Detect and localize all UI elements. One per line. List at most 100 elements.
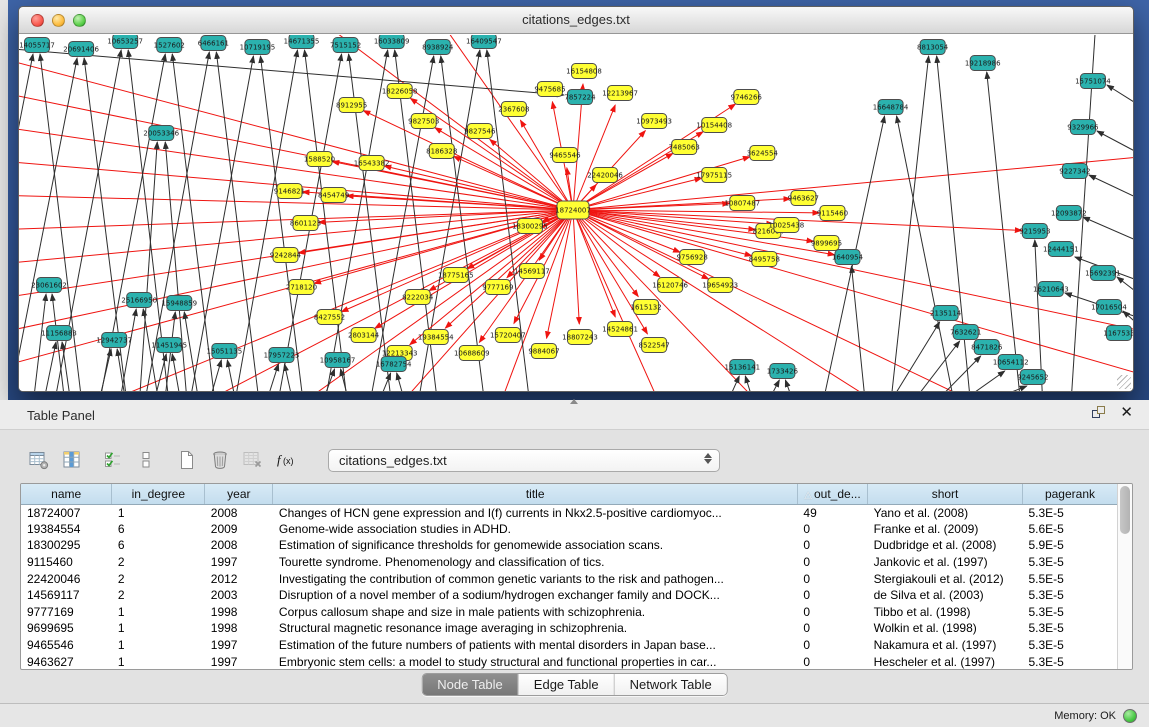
delete-table-icon[interactable] <box>207 448 233 472</box>
node-label: 9746266 <box>731 93 763 101</box>
node-label: 16210643 <box>1033 285 1069 293</box>
tab-node-table[interactable]: Node Table <box>422 674 519 695</box>
function-builder-icon[interactable]: f(x) <box>273 448 299 472</box>
svg-text:(x): (x) <box>283 456 294 466</box>
status-bar: Memory: OK <box>0 703 1149 727</box>
node-label: 8471826 <box>971 343 1003 351</box>
node-label: 3624554 <box>747 149 779 157</box>
table-scrollbar[interactable] <box>1117 484 1132 669</box>
node-label: 1733426 <box>767 367 799 375</box>
node-label: 16543382 <box>354 159 390 167</box>
column-header-title[interactable]: title <box>273 484 798 504</box>
column-header-short[interactable]: short <box>868 484 1023 504</box>
node-label: 12093872 <box>1051 209 1087 217</box>
node-label: 8427552 <box>314 313 345 321</box>
window-resize-grip[interactable] <box>1117 375 1131 389</box>
node-label: 22420046 <box>587 171 623 179</box>
node-label: 18226058 <box>382 87 418 95</box>
table-panel: Table Panel ✕ f(x) citations_edges.txt na… <box>0 400 1149 727</box>
node-label: 15136141 <box>724 363 760 371</box>
tab-edge-table[interactable]: Edge Table <box>519 674 615 695</box>
node-label: 18775165 <box>438 271 474 279</box>
node-label: 19384554 <box>418 333 454 341</box>
node-label: 8522547 <box>639 341 670 349</box>
attribute-table[interactable]: namein_degreeyeartitle△out_de...shortpag… <box>21 484 1118 670</box>
table-row[interactable]: 1830029562008Estimation of significance … <box>21 537 1118 554</box>
table-settings-icon[interactable] <box>26 448 52 472</box>
node-label: 1615132 <box>631 303 662 311</box>
column-header-outde[interactable]: △out_de... <box>797 484 867 504</box>
node-label: 25166950 <box>121 296 157 304</box>
combo-arrows-icon <box>704 453 712 464</box>
network-canvas-area[interactable]: 1872400789129551822605898275031654338281… <box>19 35 1133 391</box>
node-label: 20053346 <box>143 129 179 137</box>
node-label: 9245652 <box>1017 373 1048 381</box>
tab-network-table[interactable]: Network Table <box>615 674 727 695</box>
table-row[interactable]: 1938455462009Genome-wide association stu… <box>21 521 1118 538</box>
column-header-pagerank[interactable]: pagerank <box>1022 484 1117 504</box>
table-row[interactable]: 946362711997Embryonic stem cells: a mode… <box>21 653 1118 670</box>
delete-column-icon[interactable] <box>240 448 266 472</box>
node-label: 19654923 <box>702 281 738 289</box>
table-row[interactable]: 1456911722003Disruption of a novel membe… <box>21 587 1118 604</box>
node-label: 9475685 <box>534 85 565 93</box>
node-label: 15720407 <box>490 331 526 339</box>
rows-icon[interactable] <box>133 448 159 472</box>
table-row[interactable]: 969969511998Structural magnetic resonanc… <box>21 620 1118 637</box>
node-label: 9463627 <box>788 194 819 202</box>
network-desktop: citations_edges.txt 18724007891295518226… <box>8 0 1149 400</box>
table-selector[interactable]: citations_edges.txt <box>328 449 720 472</box>
column-header-name[interactable]: name <box>21 484 112 504</box>
node-label: 9115460 <box>817 209 848 217</box>
node-label: 9146821 <box>274 187 305 195</box>
node-label: 16120746 <box>652 281 688 289</box>
node-label: 17016504 <box>1091 303 1127 311</box>
node-label: 9465546 <box>549 151 581 159</box>
table-row[interactable]: 911546021997Tourette syndrome. Phenomeno… <box>21 554 1118 571</box>
node-label: 12213967 <box>602 89 638 97</box>
node-label: 7857224 <box>564 93 596 101</box>
node-table: namein_degreeyeartitle△out_de...shortpag… <box>20 483 1133 670</box>
column-header-indegree[interactable]: in_degree <box>112 484 205 504</box>
column-header-year[interactable]: year <box>205 484 273 504</box>
splitpane-expand-icon[interactable] <box>570 399 578 404</box>
sort-ascending-icon: △ <box>804 490 812 501</box>
node-label: 1527602 <box>154 41 185 49</box>
node-label: 2135114 <box>930 309 962 317</box>
close-panel-icon[interactable]: ✕ <box>1120 406 1133 420</box>
node-label: 18807243 <box>562 333 598 341</box>
node-label: 11451945 <box>151 341 187 349</box>
window-titlebar[interactable]: citations_edges.txt <box>19 7 1133 34</box>
node-label: 9899695 <box>811 239 842 247</box>
window-title: citations_edges.txt <box>19 12 1133 27</box>
table-row[interactable]: 2242004622012Investigating the contribut… <box>21 570 1118 587</box>
table-row[interactable]: 977716911998Corpus callosum shape and si… <box>21 604 1118 621</box>
memory-status-icon[interactable] <box>1123 709 1137 723</box>
new-table-icon[interactable] <box>174 448 200 472</box>
node-label: 2367608 <box>498 105 529 113</box>
node-label: 8222034 <box>402 293 434 301</box>
node-label: 1640954 <box>832 253 864 261</box>
select-column-icon[interactable] <box>59 448 85 472</box>
node-label: 10688609 <box>454 349 490 357</box>
node-label: 15751074 <box>1075 77 1111 85</box>
node-label: 14055717 <box>19 41 55 49</box>
node-label: 9827546 <box>464 127 496 135</box>
table-panel-title: Table Panel <box>27 408 95 423</box>
row-checks-icon[interactable] <box>100 448 126 472</box>
node-label: 10653257 <box>107 37 143 45</box>
node-label: 8813054 <box>917 43 949 51</box>
table-row[interactable]: 946554611997Estimation of the future num… <box>21 637 1118 654</box>
table-tabs: Node TableEdge TableNetwork Table <box>421 673 728 696</box>
node-label: 9756928 <box>677 253 708 261</box>
float-panel-icon[interactable] <box>1092 406 1106 420</box>
scrollbar-thumb[interactable] <box>1120 486 1130 534</box>
node-label: 8912955 <box>336 101 367 109</box>
node-label: 20691406 <box>63 45 99 53</box>
node-label: 17975115 <box>696 171 732 179</box>
node-label: 1588520 <box>304 155 335 163</box>
node-label: 8938924 <box>422 43 454 51</box>
network-canvas: 1872400789129551822605898275031654338281… <box>19 35 1133 391</box>
node-label: 15692391 <box>1085 269 1121 277</box>
table-row[interactable]: 1872400712008Changes of HCN gene express… <box>21 504 1118 521</box>
